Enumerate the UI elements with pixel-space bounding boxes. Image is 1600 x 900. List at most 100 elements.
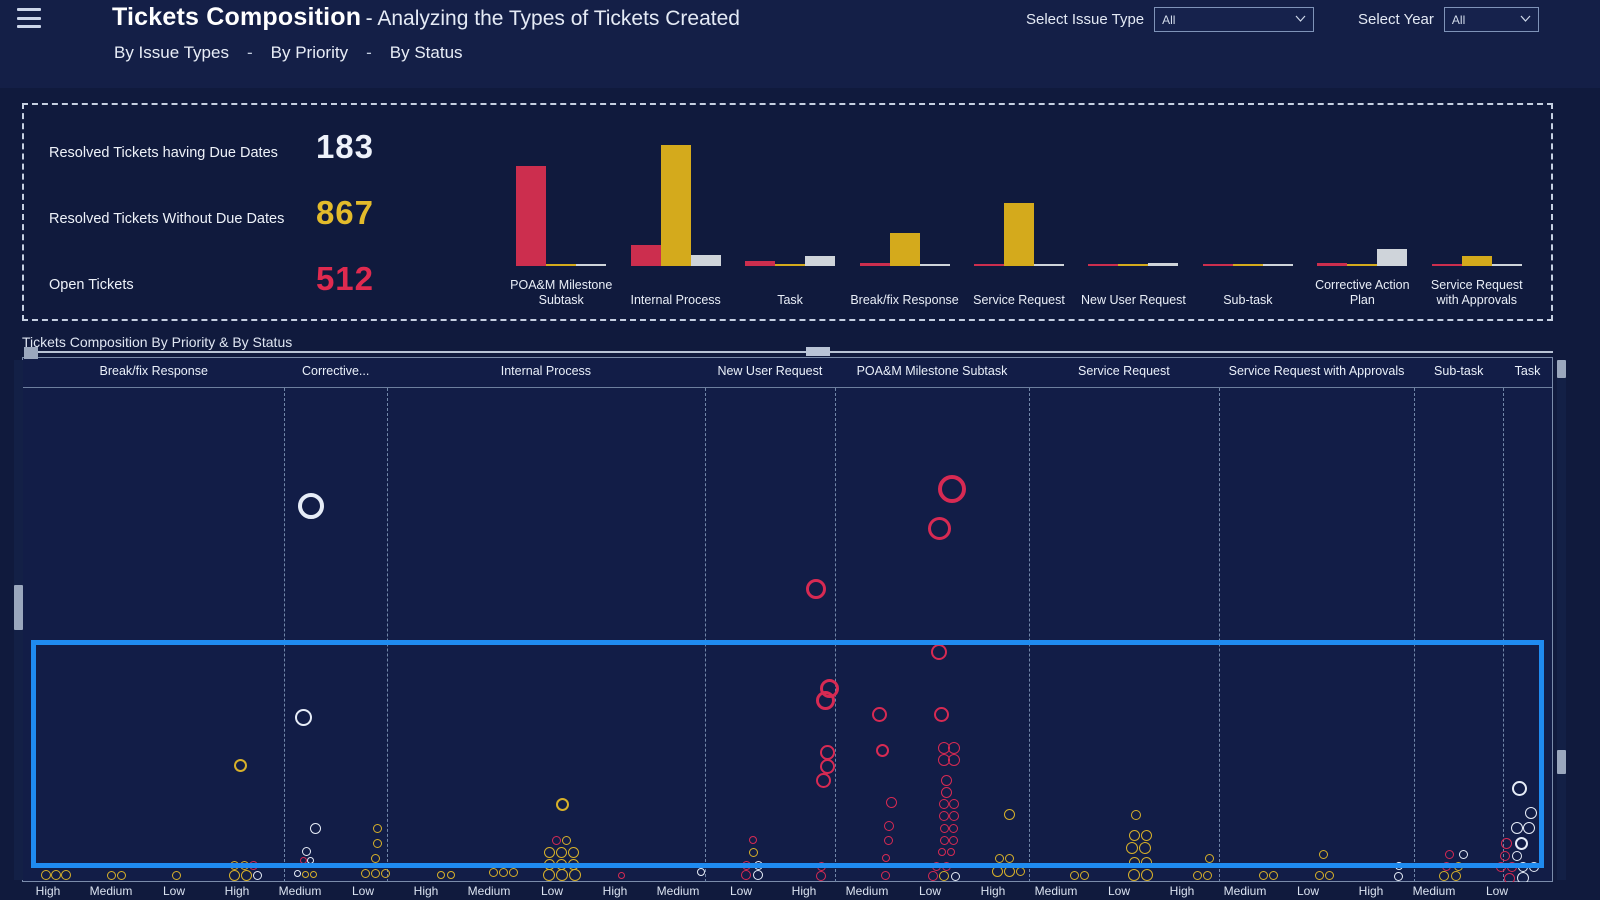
scatter-point[interactable] xyxy=(229,860,239,870)
scatter-point[interactable] xyxy=(372,838,382,848)
scatter-point[interactable] xyxy=(1500,837,1512,849)
scatter-point[interactable] xyxy=(994,853,1004,863)
scatter-point[interactable] xyxy=(1128,869,1140,881)
scatter-point[interactable] xyxy=(372,823,382,833)
scatter-point[interactable] xyxy=(228,869,240,881)
scatter-point[interactable] xyxy=(1500,851,1510,861)
scatter-point[interactable] xyxy=(1511,780,1527,796)
scatter-point[interactable] xyxy=(816,871,826,881)
scatter-point[interactable] xyxy=(301,846,311,856)
scatter-point[interactable] xyxy=(885,796,897,808)
scatter-point[interactable] xyxy=(940,786,952,798)
scatter-column-header[interactable]: Service Request xyxy=(1029,364,1219,378)
bar-open[interactable] xyxy=(859,263,890,266)
bar-group[interactable]: Service Request with Approvals xyxy=(1420,123,1534,308)
scatter-point[interactable] xyxy=(927,516,951,540)
bar-group[interactable]: Service Request xyxy=(962,123,1076,308)
scatter-point[interactable] xyxy=(1128,829,1140,841)
bar-resolved[interactable] xyxy=(660,145,691,266)
scatter-point[interactable] xyxy=(947,848,955,856)
scatter-point[interactable] xyxy=(816,861,826,871)
scatter-horizontal-scroll-thumb[interactable] xyxy=(806,347,830,356)
scatter-point[interactable] xyxy=(555,846,567,858)
scatter-point[interactable] xyxy=(239,860,249,870)
scatter-point[interactable] xyxy=(309,870,317,878)
scatter-point[interactable] xyxy=(933,706,949,722)
scatter-point[interactable] xyxy=(1141,869,1153,881)
scatter-point[interactable] xyxy=(753,870,763,880)
scatter-point[interactable] xyxy=(1126,842,1138,854)
scatter-point[interactable] xyxy=(488,867,498,877)
scatter-point[interactable] xyxy=(948,823,958,833)
scatter-point[interactable] xyxy=(1453,861,1463,871)
scatter-column-header[interactable]: New User Request xyxy=(705,364,835,378)
scatter-point[interactable] xyxy=(299,856,307,864)
scrollbar-thumb-top[interactable] xyxy=(1557,360,1566,378)
scatter-point[interactable] xyxy=(543,846,555,858)
bar-group[interactable]: Break/fix Response xyxy=(847,123,961,308)
scatter-point[interactable] xyxy=(948,742,960,754)
slicer-year-dropdown[interactable]: All xyxy=(1443,7,1539,32)
scatter-point[interactable] xyxy=(880,870,890,880)
scatter-point[interactable] xyxy=(1069,870,1079,880)
scatter-point[interactable] xyxy=(928,871,938,881)
scatter-point[interactable] xyxy=(1318,849,1328,859)
scatter-chart[interactable]: Break/fix Response Corrective... Internal … xyxy=(22,357,1553,882)
scatter-column-header[interactable]: Corrective... xyxy=(284,364,386,378)
scatter-point[interactable] xyxy=(806,579,826,599)
scatter-point[interactable] xyxy=(567,858,579,870)
scatter-point[interactable] xyxy=(819,758,835,774)
scatter-point[interactable] xyxy=(248,860,258,870)
scatter-plot-area[interactable] xyxy=(23,388,1552,882)
scatter-point[interactable] xyxy=(233,758,247,772)
scatter-point[interactable] xyxy=(508,867,518,877)
scatter-column-header[interactable]: Break/fix Response xyxy=(23,364,284,378)
scatter-point[interactable] xyxy=(1314,870,1324,880)
hamburger-icon[interactable] xyxy=(17,8,41,28)
scatter-point[interactable] xyxy=(1496,862,1506,872)
bar-other[interactable] xyxy=(919,264,950,266)
bar-open[interactable] xyxy=(1317,263,1348,266)
scatter-point[interactable] xyxy=(1512,851,1522,861)
scatter-vertical-scrollbar-right[interactable] xyxy=(1557,360,1566,880)
bar-open[interactable] xyxy=(1202,264,1233,266)
slicer-issue-type-dropdown[interactable]: All xyxy=(1154,7,1315,32)
scatter-point[interactable] xyxy=(939,823,949,833)
scatter-point[interactable] xyxy=(948,835,958,845)
scatter-point[interactable] xyxy=(939,871,949,881)
scatter-point[interactable] xyxy=(370,868,380,878)
bar-other[interactable] xyxy=(1148,263,1179,266)
scatter-point[interactable] xyxy=(1458,849,1468,859)
scatter-point[interactable] xyxy=(1004,853,1014,863)
scatter-point[interactable] xyxy=(815,690,835,710)
scatter-point[interactable] xyxy=(939,835,949,845)
scatter-point[interactable] xyxy=(1202,870,1212,880)
scatter-point[interactable] xyxy=(815,772,831,788)
scatter-point[interactable] xyxy=(748,847,758,857)
bar-open[interactable] xyxy=(973,264,1004,266)
scatter-point[interactable] xyxy=(991,865,1003,877)
bar-open[interactable] xyxy=(516,166,547,266)
scrollbar-thumb[interactable] xyxy=(14,585,23,630)
scatter-point[interactable] xyxy=(1441,861,1451,871)
bar-other[interactable] xyxy=(1262,264,1293,266)
bar-open[interactable] xyxy=(1431,264,1462,266)
scatter-point[interactable] xyxy=(1517,872,1529,882)
scatter-point[interactable] xyxy=(380,868,390,878)
nav-by-status[interactable]: By Status xyxy=(388,43,465,63)
scatter-point[interactable] xyxy=(1003,865,1015,877)
scatter-point[interactable] xyxy=(697,868,705,876)
scatter-point[interactable] xyxy=(617,871,625,879)
bar-other[interactable] xyxy=(1491,264,1522,266)
scrollbar-thumb[interactable] xyxy=(1557,750,1566,774)
scatter-point[interactable] xyxy=(882,854,890,862)
scatter-point[interactable] xyxy=(437,871,445,879)
scatter-point[interactable] xyxy=(1003,808,1015,820)
scatter-point[interactable] xyxy=(939,799,949,809)
bar-group[interactable]: New User Request xyxy=(1076,123,1190,308)
scatter-column-header[interactable]: Task xyxy=(1503,364,1552,378)
scatter-column-header[interactable]: Sub-task xyxy=(1414,364,1503,378)
bar-group[interactable]: Internal Process xyxy=(618,123,732,308)
bar-other[interactable] xyxy=(805,256,836,266)
bar-resolved[interactable] xyxy=(546,264,577,266)
